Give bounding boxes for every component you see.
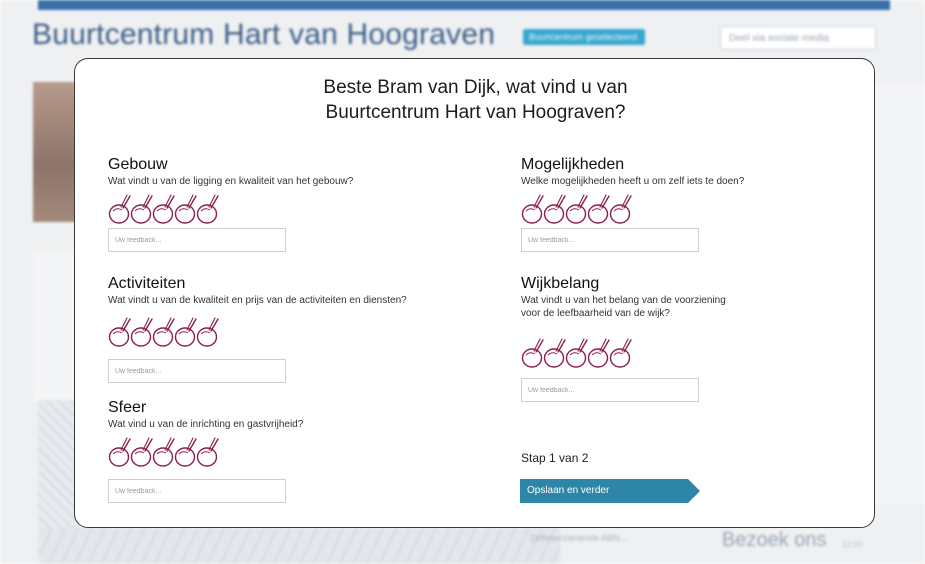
section-question: Wat vindt u van de kwaliteit en prijs va… [108,295,407,306]
hand-drawn-rating-icon[interactable] [174,433,197,469]
rating-stars [108,433,303,469]
hand-drawn-rating-icon[interactable] [565,334,588,370]
feedback-modal: Beste Bram van Dijk, wat vind u van Buur… [74,58,875,528]
section-activiteiten: Activiteiten Wat vindt u van de kwalitei… [108,275,407,383]
section-question: Welke mogelijkheden heeft u om zelf iets… [521,176,745,187]
section-heading: Sfeer [108,399,147,416]
hand-drawn-rating-icon[interactable] [521,334,544,370]
section-sfeer: Sfeer Wat vind u van de inrichting en ga… [108,399,303,503]
modal-title: Beste Bram van Dijk, wat vind u van Buur… [75,75,876,125]
section-wijkbelang: Wijkbelang Wat vindt u van het belang va… [521,275,726,402]
hand-drawn-rating-icon[interactable] [108,433,131,469]
save-and-continue-button[interactable]: Opslaan en verder [520,479,700,503]
modal-title-line2: Buurtcentrum Hart van Hoograven? [325,102,626,123]
hand-drawn-rating-icon[interactable] [565,190,588,226]
hand-drawn-rating-icon[interactable] [174,313,197,349]
hand-drawn-rating-icon[interactable] [587,190,610,226]
modal-title-line1: Beste Bram van Dijk, wat vind u van [323,77,628,98]
section-heading: Mogelijkheden [521,156,625,173]
rating-stars [108,313,407,349]
background-share-button: Deel via sociale media [720,26,876,50]
section-question: Wat vindt u van de ligging en kwaliteit … [108,176,354,187]
section-question-line1: Wat vindt u van het belang van de voorzi… [521,295,726,306]
background-info-panel [33,252,77,402]
hand-drawn-rating-icon[interactable] [130,433,153,469]
feedback-input-mogelijkheden[interactable] [521,228,699,252]
hand-drawn-rating-icon[interactable] [130,313,153,349]
background-right-column [873,84,925,504]
feedback-input-wijkbelang[interactable] [521,378,699,402]
section-gebouw: Gebouw Wat vindt u van de ligging en kwa… [108,156,353,252]
feedback-input-sfeer[interactable] [108,479,286,503]
hand-drawn-rating-icon[interactable] [609,334,632,370]
section-question: Wat vind u van de inrichting en gastvrij… [108,419,304,430]
background-page-title: Buurtcentrum Hart van Hoograven [32,18,496,51]
section-heading: Activiteiten [108,275,186,292]
hand-drawn-rating-icon[interactable] [587,334,610,370]
feedback-input-activiteiten[interactable] [108,359,286,383]
background-map-bottom [40,528,560,564]
section-heading: Wijkbelang [521,275,600,292]
background-topbar [38,0,890,10]
hand-drawn-rating-icon[interactable] [196,313,219,349]
background-dropdown: Zelfvoorzienende ABN... [530,533,628,543]
hand-drawn-rating-icon[interactable] [196,190,219,226]
background-badge: Buurtcentrum geselecteerd [523,29,645,45]
hand-drawn-rating-icon[interactable] [152,433,175,469]
background-visit-time: 12:00 [842,540,863,549]
hand-drawn-rating-icon[interactable] [521,190,544,226]
hand-drawn-rating-icon[interactable] [609,190,632,226]
background-visit-heading: Bezoek ons [722,529,827,551]
hand-drawn-rating-icon[interactable] [543,334,566,370]
section-mogelijkheden: Mogelijkheden Welke mogelijkheden heeft … [521,156,744,252]
hand-drawn-rating-icon[interactable] [152,190,175,226]
hand-drawn-rating-icon[interactable] [152,313,175,349]
rating-stars [521,334,726,370]
section-question-line2: voor de leefbaarheid van de wijk? [521,308,670,319]
hand-drawn-rating-icon[interactable] [196,433,219,469]
step-indicator: Stap 1 van 2 [521,451,589,465]
hand-drawn-rating-icon[interactable] [108,313,131,349]
hand-drawn-rating-icon[interactable] [543,190,566,226]
hand-drawn-rating-icon[interactable] [130,190,153,226]
rating-stars [521,190,744,226]
rating-stars [108,190,353,226]
section-heading: Gebouw [108,156,168,173]
feedback-input-gebouw[interactable] [108,228,286,252]
hand-drawn-rating-icon[interactable] [108,190,131,226]
hand-drawn-rating-icon[interactable] [174,190,197,226]
background-photo [33,82,77,222]
